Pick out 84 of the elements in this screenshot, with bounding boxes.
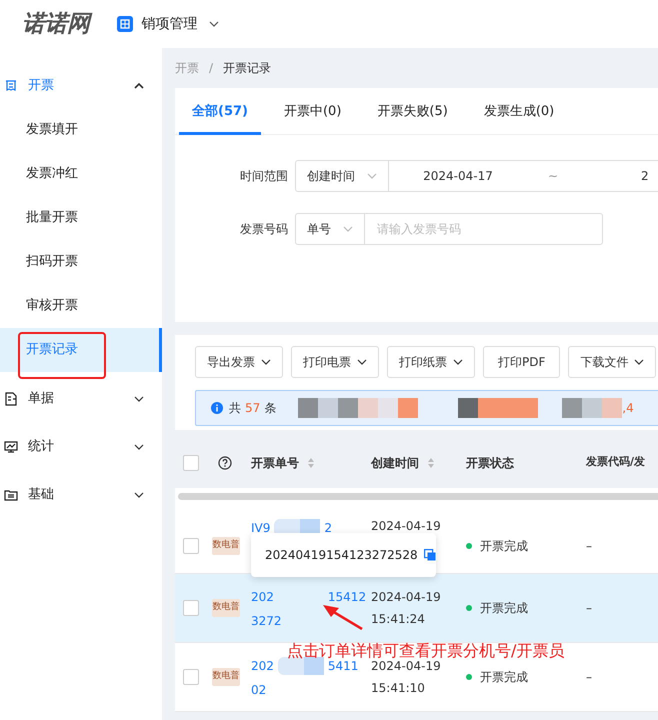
filter-label: 发票号码 (240, 221, 289, 238)
tooltip-text: 20240419154123272528 (265, 547, 418, 564)
order-link[interactable]: 15412 (328, 590, 366, 604)
order-link[interactable]: IV9 (251, 521, 270, 535)
chart-icon (4, 440, 18, 454)
app-icon (117, 16, 134, 32)
table-cell-text: 2024-04-19 (371, 659, 442, 673)
arrow-icon (322, 604, 364, 630)
help-icon (218, 456, 232, 470)
table-row[interactable]: 数电普 202 15412 3272 2024-04-19 15:41:24 开票完成 – (175, 574, 658, 643)
sidebar-group[interactable]: 开票 (0, 64, 162, 108)
select-field[interactable]: 单号 (296, 214, 365, 244)
toolbar-button[interactable]: 打印纸票 (387, 346, 475, 378)
order-link[interactable]: 202 (251, 590, 274, 604)
select-field[interactable]: 创建时间 (296, 161, 389, 191)
table-cell-text: 15:41:10 (371, 681, 426, 695)
sidebar-item[interactable]: 发票冲红 (0, 152, 162, 196)
row-checkbox[interactable] (183, 669, 199, 685)
filter-label: 时间范围 (240, 168, 289, 185)
app-switcher[interactable]: 销项管理 (117, 14, 220, 34)
select-all-checkbox[interactable] (183, 454, 199, 470)
chevron-down-icon (367, 173, 377, 179)
table-row[interactable]: 点击订单详情可查看开票分机号/开票员 数电普 202 5411 02 2024-04-19 15:41:10 开票完成 – (175, 643, 658, 712)
table-cell-text: 2024-04-19 (371, 590, 442, 604)
annotation-text: 点击订单详情可查看开票分机号/开票员 (287, 642, 564, 659)
order-link[interactable]: 3272 (251, 614, 282, 628)
tab[interactable]: 开票中(0) (270, 88, 354, 135)
toolbar-button[interactable]: 打印电票 (291, 346, 379, 378)
date-field[interactable]: 2 (641, 167, 649, 185)
table-cell-text: 开票完成 (480, 600, 528, 617)
order-link[interactable]: 5411 (328, 659, 358, 673)
breadcrumb-item: 开票记录 (223, 60, 272, 77)
table-cell-text: 开票完成 (480, 669, 528, 686)
tab[interactable]: 开票失败(5) (364, 88, 461, 135)
invoice-icon (4, 79, 18, 93)
table-cell-text: 2024-04-19 (371, 519, 442, 533)
chevron-down-icon (209, 21, 220, 27)
redaction-drawing (278, 657, 324, 675)
table-cell-text: – (586, 538, 592, 555)
sidebar-group[interactable]: 单据 (0, 375, 162, 423)
breadcrumb-separator: / (209, 60, 214, 77)
toolbar-button[interactable]: 导出发票 (195, 346, 283, 378)
sidebar-item[interactable]: 批量开票 (0, 196, 162, 240)
count-label: 条 (264, 400, 276, 417)
count-value: ,4 (622, 400, 634, 417)
date-field[interactable]: 2024-04-17 (389, 167, 527, 185)
column-header: 开票状态 (466, 454, 514, 472)
table-cell-text: 15:41:24 (371, 612, 426, 626)
tab[interactable]: 全部(57) (179, 88, 261, 135)
sidebar-item[interactable]: 扫码开票 (0, 240, 162, 284)
tab[interactable]: 发票生成(0) (470, 88, 568, 135)
info-icon (211, 402, 223, 414)
sort-icon[interactable] (307, 456, 315, 468)
order-link[interactable]: 202 (251, 659, 274, 673)
scrollbar[interactable] (178, 493, 658, 500)
count-label: 共 (229, 400, 241, 417)
table-cell-text: – (586, 669, 592, 686)
folder-icon (4, 488, 18, 502)
table-cell-text: 开票完成 (480, 538, 528, 555)
row-checkbox[interactable] (183, 600, 199, 616)
input-field[interactable]: 单号 请输入发票号码 (295, 213, 603, 245)
sidebar-group[interactable]: 基础 (0, 471, 162, 519)
row-checkbox[interactable] (183, 538, 199, 554)
order-link[interactable]: 02 (251, 683, 266, 697)
order-link[interactable]: 2 (324, 521, 332, 535)
copy-icon[interactable] (424, 549, 436, 561)
toolbar-button[interactable]: 下载文件 (568, 346, 656, 378)
invoice-type-tag: 数电普 (212, 599, 240, 617)
invoice-type-tag: 数电普 (212, 537, 240, 555)
sidebar-item[interactable]: 发票填开 (0, 108, 162, 152)
table-cell-text: – (586, 600, 592, 617)
column-header: 创建时间 (371, 454, 419, 472)
column-header: 发票代码/发 (586, 454, 646, 470)
sidebar-group[interactable]: 统计 (0, 423, 162, 471)
sidebar-item[interactable]: 审核开票 (0, 284, 162, 328)
column-header: 开票单号 (251, 454, 299, 472)
invoice-type-tag: 数电普 (212, 668, 240, 686)
sort-icon[interactable] (427, 456, 435, 468)
document-icon (4, 392, 18, 406)
range-separator: ~ (546, 168, 560, 185)
chevron-down-icon (343, 226, 353, 232)
sidebar-item[interactable]: 开票记录 (0, 328, 162, 372)
count-value: 57 (245, 400, 260, 417)
toolbar-button[interactable]: 打印PDF (483, 346, 560, 378)
